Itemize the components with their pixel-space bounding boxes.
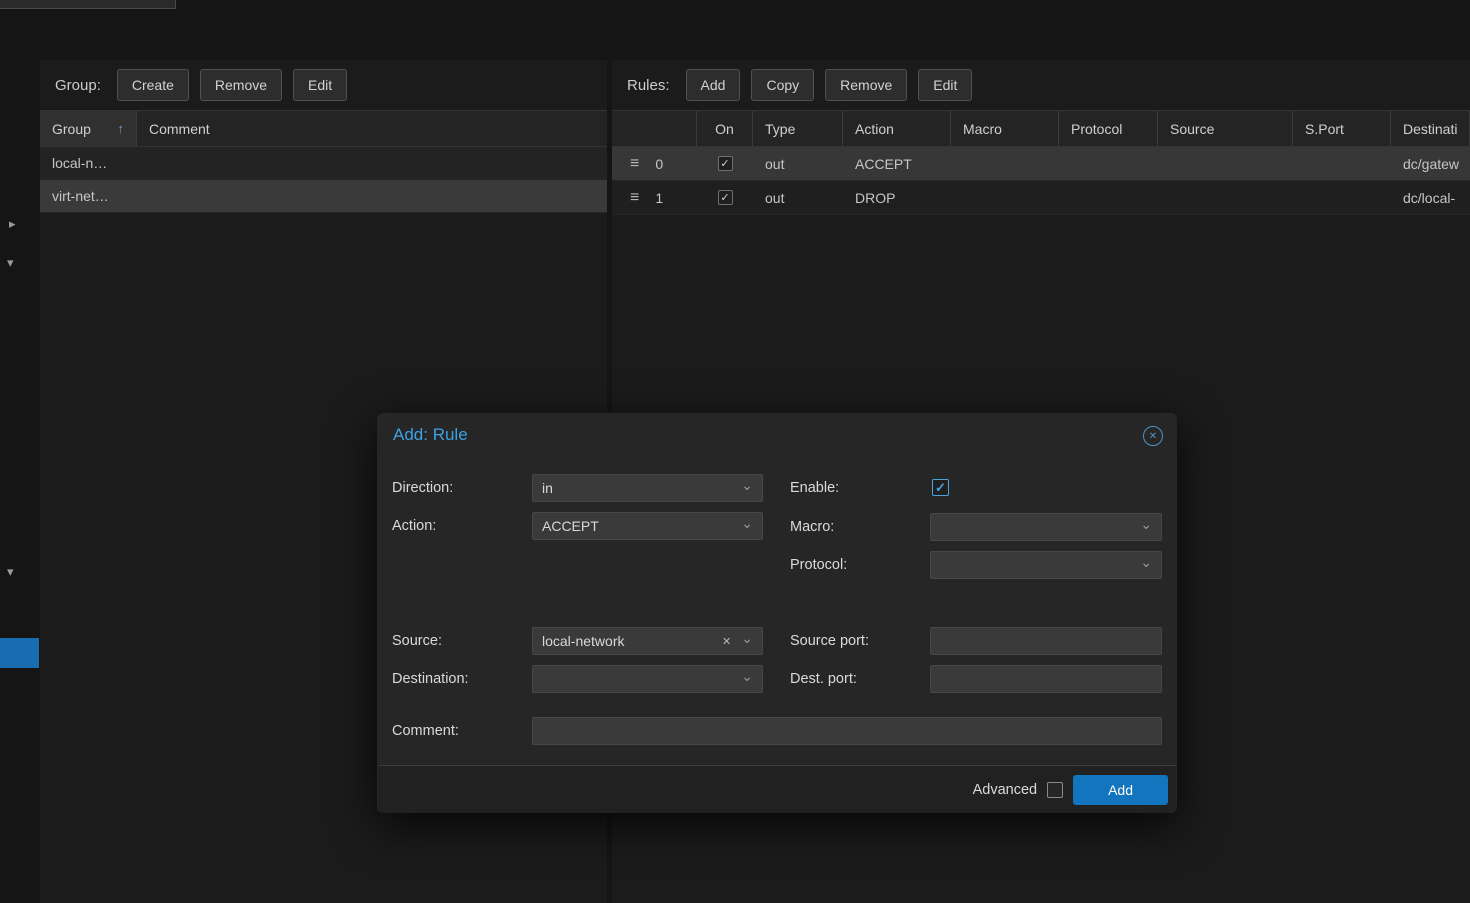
chevron-down-icon: ⌄ — [741, 516, 753, 530]
rules-toolbar: Rules: Add Copy Remove Edit — [612, 60, 1470, 110]
rule-row[interactable]: ≡ 1 ✓ out DROP dc/local- — [612, 181, 1470, 215]
check-icon: ✓ — [720, 157, 729, 170]
action-column-label: Action — [855, 121, 894, 137]
enable-label: Enable: — [790, 474, 839, 502]
protocol-column-header[interactable]: Protocol — [1059, 111, 1158, 146]
add-rule-dialog: Add: Rule ✕ Direction: in ⌄ Enable: ✓ Ac… — [377, 413, 1177, 813]
macro-select[interactable]: ⌄ — [930, 513, 1162, 541]
add-submit-button[interactable]: Add — [1073, 775, 1168, 805]
dialog-title: Add: Rule — [393, 425, 468, 445]
sport-column-label: S.Port — [1305, 121, 1344, 137]
destination-column-label: Destinati — [1403, 121, 1457, 137]
group-name: local-n… — [40, 155, 137, 171]
protocol-select[interactable]: ⌄ — [930, 551, 1162, 579]
chevron-down-icon: ⌄ — [741, 631, 753, 645]
direction-value: in — [542, 480, 553, 496]
action-value: ACCEPT — [542, 518, 599, 534]
rule-position: 1 — [655, 190, 663, 206]
comment-label: Comment: — [392, 717, 459, 745]
source-select[interactable]: local-network ✕ ⌄ — [532, 627, 763, 655]
enable-checkbox[interactable]: ✓ — [932, 479, 949, 496]
chevron-down-icon[interactable]: ▾ — [7, 256, 14, 269]
direction-label: Direction: — [392, 474, 453, 502]
drag-handle-icon[interactable]: ≡ — [630, 156, 639, 172]
rule-destination: dc/local- — [1391, 190, 1470, 206]
create-group-button[interactable]: Create — [117, 69, 189, 101]
source-value: local-network — [542, 633, 624, 649]
close-x-glyph: ✕ — [1149, 431, 1157, 442]
dialog-footer: Advanced Add — [378, 765, 1176, 813]
groups-toolbar-label: Group: — [55, 77, 101, 94]
add-rule-button[interactable]: Add — [686, 69, 741, 101]
edit-group-button[interactable]: Edit — [293, 69, 347, 101]
groups-toolbar: Group: Create Remove Edit — [40, 60, 607, 110]
protocol-label: Protocol: — [790, 551, 847, 579]
action-column-header[interactable]: Action — [843, 111, 951, 146]
chevron-down-icon: ⌄ — [1140, 555, 1152, 569]
group-name: virt-net… — [40, 188, 137, 204]
rail-active-indicator[interactable] — [0, 638, 39, 668]
destination-column-header[interactable]: Destinati — [1391, 111, 1470, 146]
source-port-input[interactable] — [930, 627, 1162, 655]
close-icon[interactable]: ✕ — [1143, 426, 1163, 446]
advanced-checkbox[interactable] — [1047, 782, 1063, 798]
rule-type: out — [753, 156, 843, 172]
copy-rule-button[interactable]: Copy — [751, 69, 814, 101]
action-select[interactable]: ACCEPT ⌄ — [532, 512, 763, 540]
chevron-down-icon: ⌄ — [741, 669, 753, 683]
check-icon: ✓ — [935, 480, 946, 496]
comment-column-label: Comment — [149, 121, 210, 137]
chevron-down-icon[interactable]: ▾ — [7, 565, 14, 578]
action-label: Action: — [392, 512, 436, 540]
drag-handle-icon[interactable]: ≡ — [630, 190, 639, 206]
source-label: Source: — [392, 627, 442, 655]
rules-toolbar-label: Rules: — [627, 77, 670, 94]
dest-port-input[interactable] — [930, 665, 1162, 693]
rule-action: DROP — [843, 190, 951, 206]
sport-column-header[interactable]: S.Port — [1293, 111, 1391, 146]
rule-action: ACCEPT — [843, 156, 951, 172]
check-icon: ✓ — [720, 191, 729, 204]
on-column-header[interactable]: On — [697, 111, 753, 146]
rule-row[interactable]: ≡ 0 ✓ out ACCEPT dc/gatew — [612, 147, 1470, 181]
groups-table-header: Group ↑ Comment — [40, 110, 607, 147]
remove-group-button[interactable]: Remove — [200, 69, 282, 101]
dest-port-label: Dest. port: — [790, 665, 857, 693]
edit-rule-button[interactable]: Edit — [918, 69, 972, 101]
advanced-label: Advanced — [973, 782, 1038, 798]
group-column-header[interactable]: Group ↑ — [40, 111, 137, 146]
group-column-label: Group — [52, 121, 91, 137]
chevron-down-icon: ⌄ — [741, 478, 753, 492]
source-column-label: Source — [1170, 121, 1214, 137]
macro-label: Macro: — [790, 513, 834, 541]
sort-ascending-icon: ↑ — [118, 121, 125, 136]
source-port-label: Source port: — [790, 627, 869, 655]
remove-rule-button[interactable]: Remove — [825, 69, 907, 101]
comment-input[interactable] — [532, 717, 1162, 745]
rule-enabled-checkbox[interactable]: ✓ — [718, 156, 733, 171]
group-row[interactable]: local-n… — [40, 147, 607, 180]
window-tab — [0, 0, 176, 9]
rules-table-header: On Type Action Macro Protocol Source S.P… — [612, 110, 1470, 147]
expand-right-icon[interactable]: ▸ — [9, 217, 16, 230]
comment-column-header[interactable]: Comment — [137, 111, 607, 146]
chevron-down-icon: ⌄ — [1140, 517, 1152, 531]
group-row[interactable]: virt-net… — [40, 180, 607, 213]
clear-icon[interactable]: ✕ — [722, 635, 731, 648]
macro-column-header[interactable]: Macro — [951, 111, 1059, 146]
rule-position: 0 — [655, 156, 663, 172]
rule-destination: dc/gatew — [1391, 156, 1470, 172]
type-column-header[interactable]: Type — [753, 111, 843, 146]
type-column-label: Type — [765, 121, 795, 137]
position-column-header — [612, 111, 697, 146]
destination-select[interactable]: ⌄ — [532, 665, 763, 693]
macro-column-label: Macro — [963, 121, 1002, 137]
protocol-column-label: Protocol — [1071, 121, 1122, 137]
rule-type: out — [753, 190, 843, 206]
destination-label: Destination: — [392, 665, 469, 693]
on-column-label: On — [715, 121, 734, 137]
rule-enabled-checkbox[interactable]: ✓ — [718, 190, 733, 205]
direction-select[interactable]: in ⌄ — [532, 474, 763, 502]
source-column-header[interactable]: Source — [1158, 111, 1293, 146]
